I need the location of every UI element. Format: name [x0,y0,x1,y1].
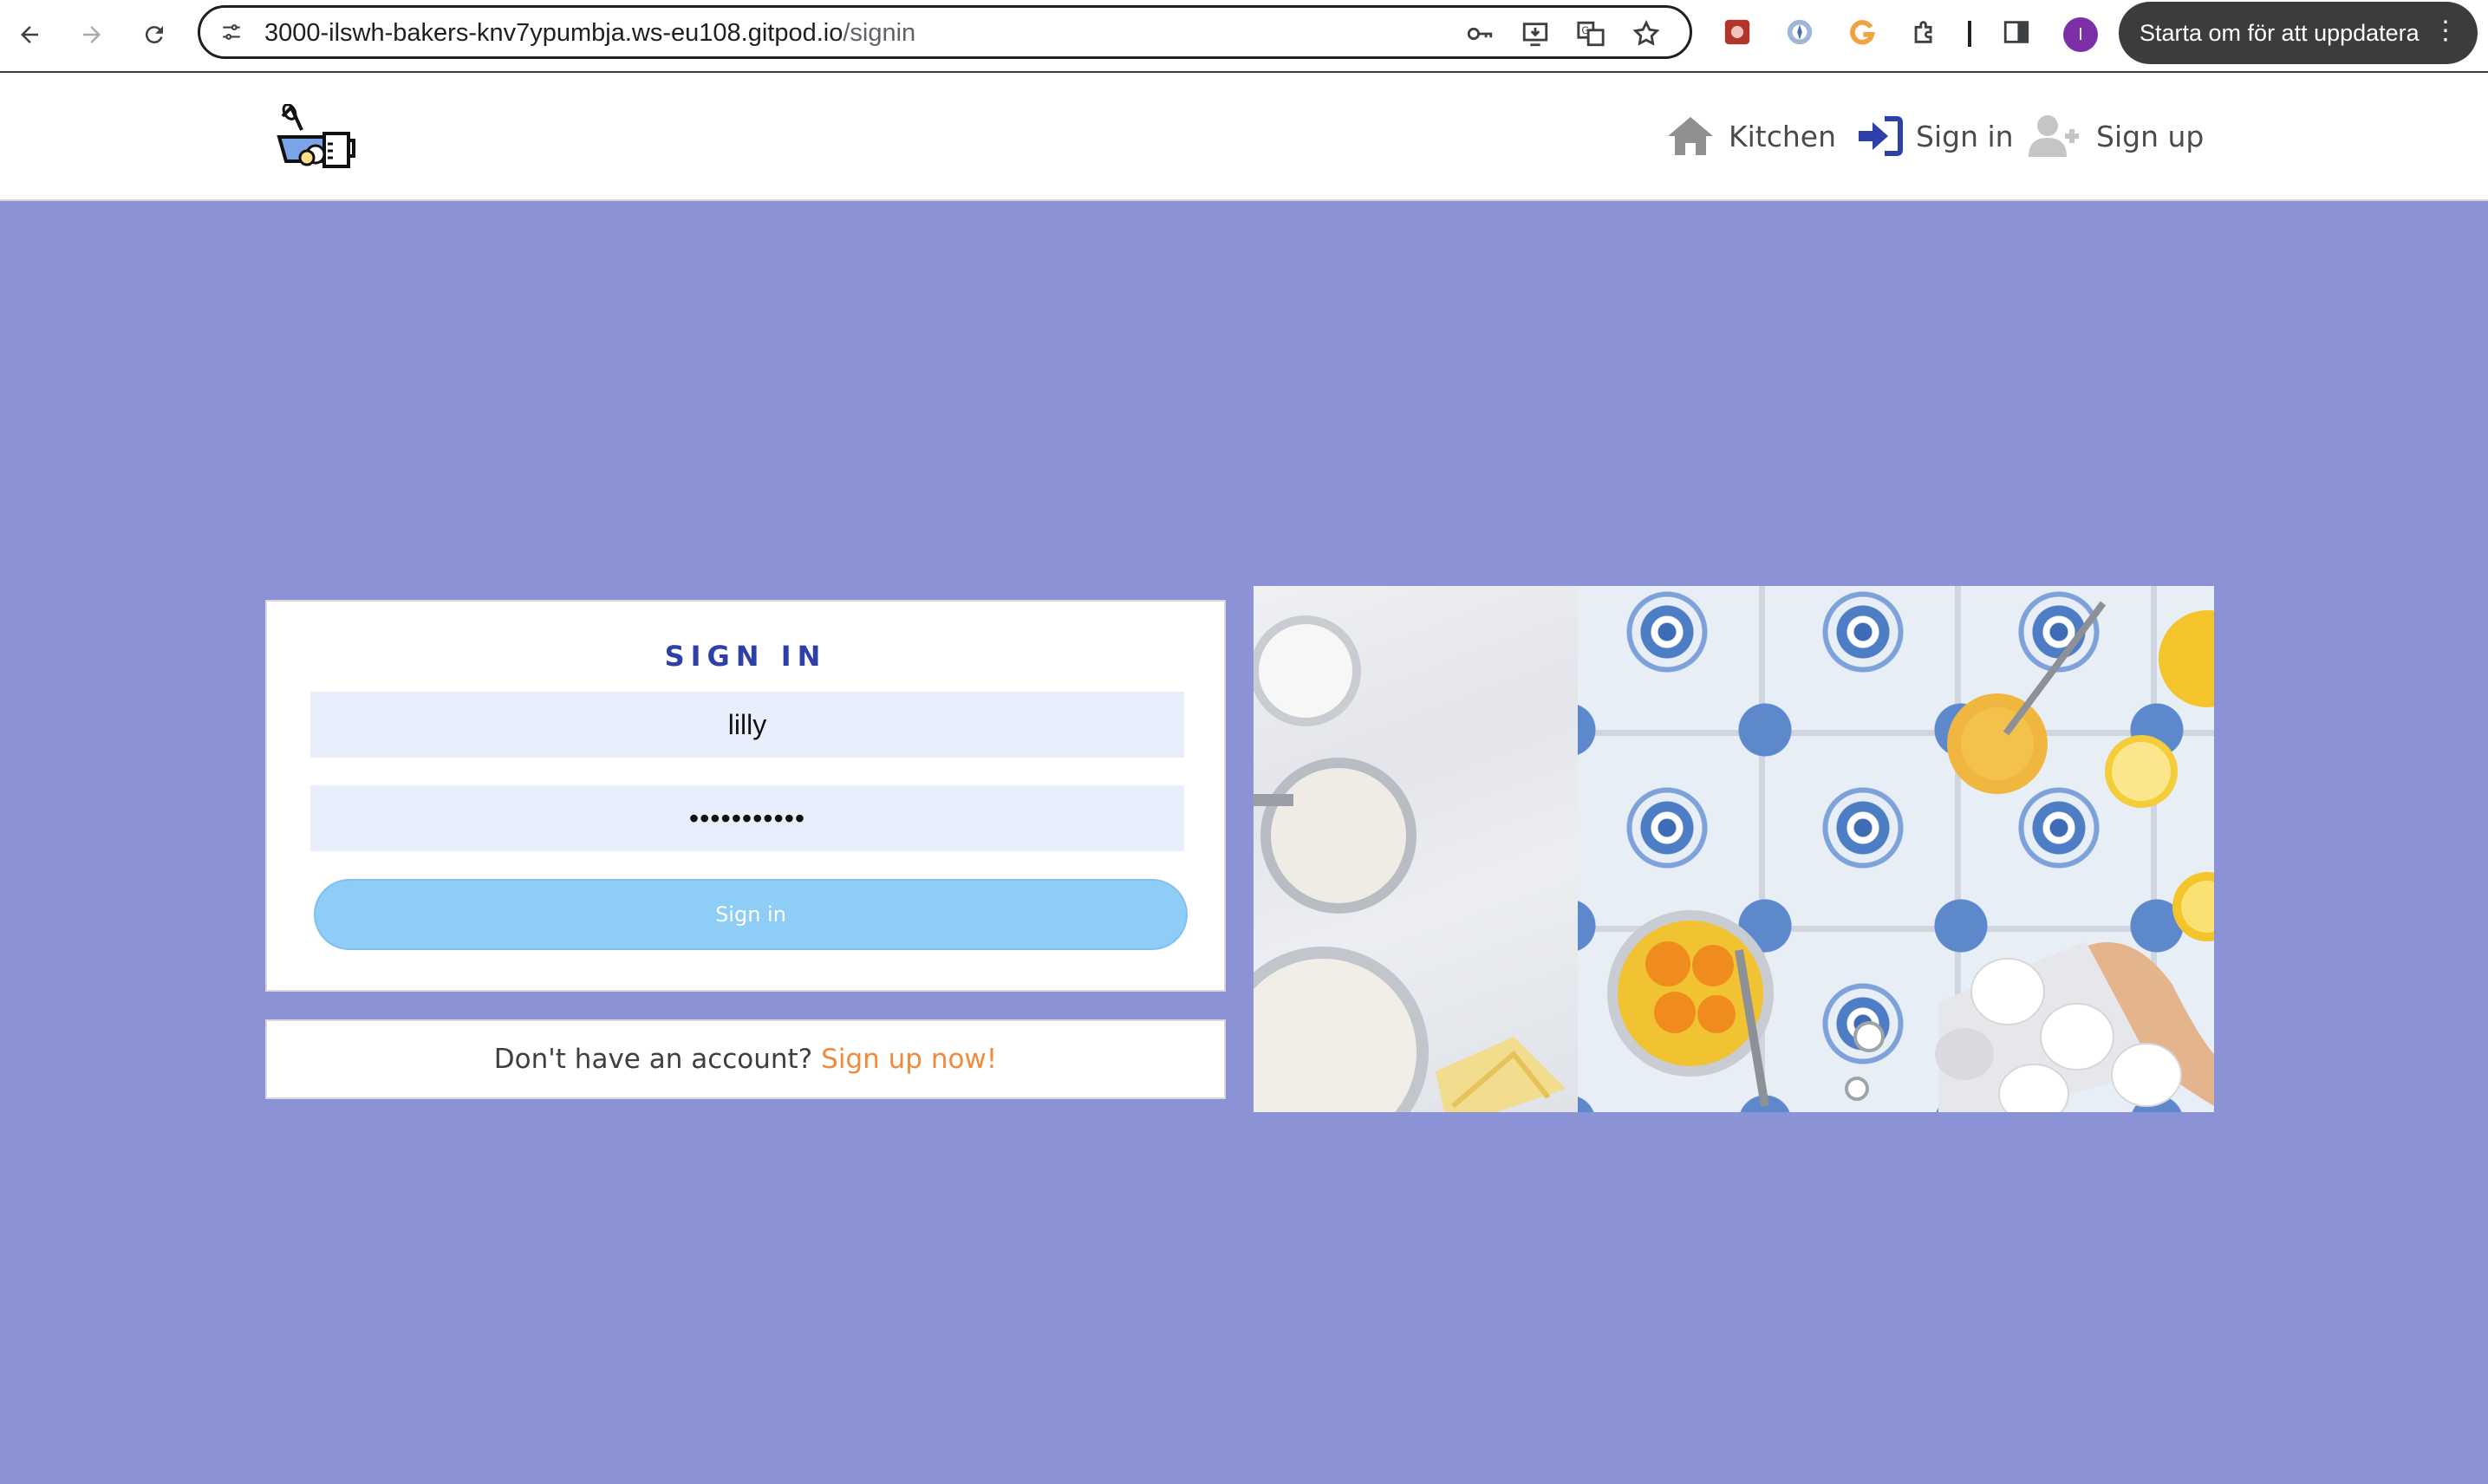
bookmark-star-icon[interactable] [1629,16,1664,51]
extension-compass-icon[interactable] [1782,15,1817,49]
nav-sign-up-label: Sign up [2096,119,2205,153]
extension-red-icon[interactable] [1720,15,1755,49]
baking-ingredients-illustration [1254,601,2214,1112]
extensions-puzzle-icon[interactable] [1907,15,1942,49]
forward-button[interactable] [69,12,114,57]
more-menu-icon[interactable]: ⋮ [2433,16,2459,46]
site-settings-icon[interactable] [218,18,245,46]
signup-now-link[interactable]: Sign up now! [821,1044,997,1075]
arrow-right-icon [83,26,101,43]
signup-prompt-card: Don't have an account? Sign up now! [265,1019,1226,1099]
nav-kitchen-label: Kitchen [1729,119,1837,153]
nav-sign-in-label: Sign in [1916,119,2014,153]
bakery-logo[interactable] [276,103,355,173]
signin-card: SIGN IN Sign in [265,600,1226,992]
sign-in-icon [1855,115,1904,157]
mixing-bowl-icon [277,103,355,168]
username-input[interactable] [310,692,1184,758]
key-icon[interactable] [1462,16,1497,51]
translate-icon[interactable]: G [1573,16,1608,51]
address-bar[interactable]: 3000-ilswh-bakers-knv7ypumbja.ws-eu108.g… [198,5,1692,59]
signin-submit-button[interactable]: Sign in [314,879,1188,950]
back-button[interactable] [7,12,52,57]
site-header: Kitchen Sign in Sign up [0,73,2488,201]
nav-kitchen[interactable]: Kitchen [1664,111,1836,161]
signup-prompt-text: Don't have an account? [493,1044,813,1075]
url-host: 3000-ilswh-bakers-knv7ypumbja.ws-eu108.g… [264,19,843,47]
password-input[interactable] [310,785,1184,851]
extension-grammarly-icon[interactable] [1845,15,1879,49]
url-path: /signin [843,19,916,47]
baking-hero-image [1254,586,2214,1112]
home-icon [1664,114,1716,159]
nav-sign-in[interactable]: Sign in [1855,111,2014,161]
svg-text:G: G [1581,24,1589,36]
toolbar-divider [1968,21,1971,47]
url-text: 3000-ilswh-bakers-knv7ypumbja.ws-eu108.g… [264,19,915,48]
nav-sign-up[interactable]: Sign up [2029,111,2204,161]
install-app-icon[interactable] [1518,16,1553,51]
side-panel-icon[interactable] [1999,15,2034,49]
reload-button[interactable] [132,12,177,57]
update-chrome-button[interactable]: Starta om för att uppdatera ⋮ [2119,2,2478,64]
update-button-label: Starta om för att uppdatera [2140,19,2420,46]
browser-toolbar: 3000-ilswh-bakers-knv7ypumbja.ws-eu108.g… [0,0,2488,73]
reload-icon [145,26,163,44]
profile-avatar[interactable]: I [2063,17,2098,52]
arrow-left-icon [21,26,38,43]
signin-title: SIGN IN [664,640,827,673]
user-plus-icon [2029,114,2084,159]
